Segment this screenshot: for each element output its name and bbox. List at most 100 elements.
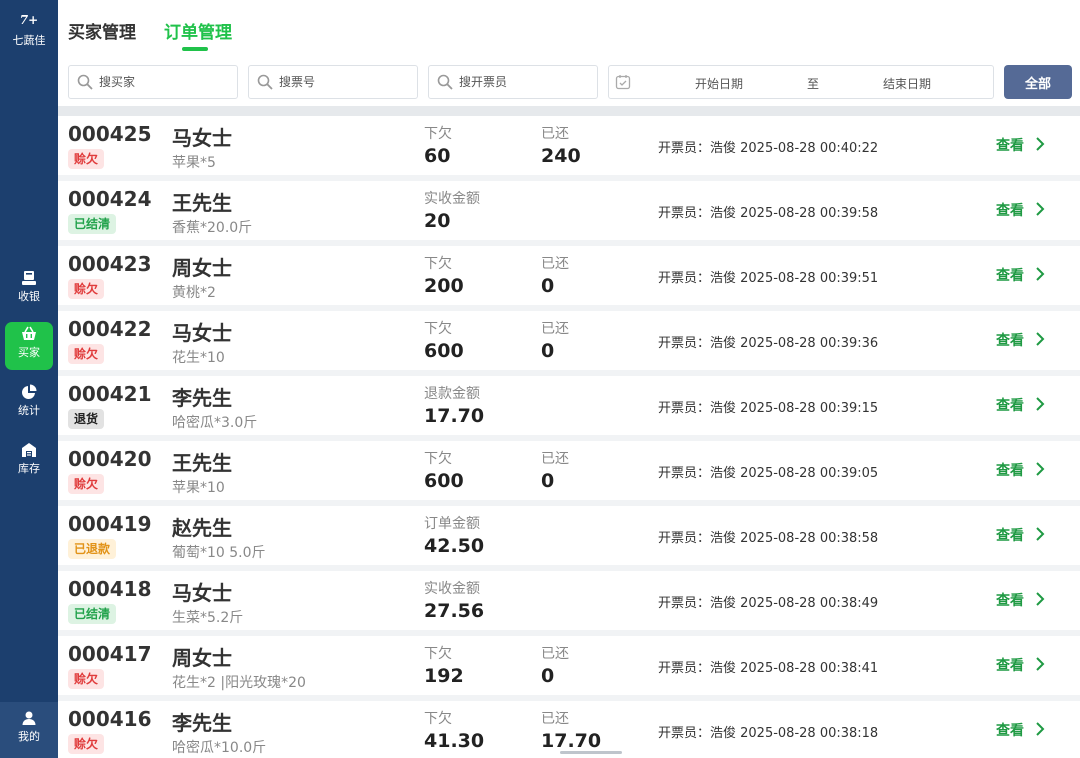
start-date[interactable]: 开始日期 bbox=[695, 75, 743, 92]
chevron-right-icon[interactable] bbox=[1034, 656, 1046, 672]
buyer-name: 赵先生 bbox=[172, 516, 232, 540]
end-date[interactable]: 结束日期 bbox=[883, 75, 931, 92]
order-id: 000425 bbox=[68, 122, 152, 146]
repaid-label: 已还 bbox=[541, 321, 569, 337]
sidebar-bottom: 我的 bbox=[0, 702, 58, 758]
chevron-right-icon[interactable] bbox=[1034, 721, 1046, 737]
user-icon bbox=[5, 706, 53, 728]
sidebar-item-mine[interactable]: 我的 bbox=[5, 706, 53, 754]
filter-bar: 开始日期 至 结束日期 全部 bbox=[58, 58, 1080, 106]
chevron-right-icon[interactable] bbox=[1034, 136, 1046, 152]
buyer-name: 王先生 bbox=[172, 451, 232, 475]
date-range-picker[interactable]: 开始日期 至 结束日期 bbox=[608, 65, 994, 99]
issuer-info: 开票员：浩俊 2025-08-28 00:38:49 bbox=[658, 596, 879, 611]
ticket-search-input[interactable] bbox=[279, 66, 411, 98]
view-link[interactable]: 查看 bbox=[996, 265, 1024, 285]
view-link[interactable]: 查看 bbox=[996, 720, 1024, 740]
chevron-right-icon[interactable] bbox=[1034, 201, 1046, 217]
view-link[interactable]: 查看 bbox=[996, 395, 1024, 415]
chevron-right-icon[interactable] bbox=[1034, 396, 1046, 412]
chevron-right-icon[interactable] bbox=[1034, 526, 1046, 542]
issuer-info: 开票员：浩俊 2025-08-28 00:38:58 bbox=[658, 531, 879, 546]
view-link[interactable]: 查看 bbox=[996, 525, 1024, 545]
order-id: 000424 bbox=[68, 187, 152, 211]
search-icon bbox=[257, 74, 273, 90]
repaid-value: 0 bbox=[541, 275, 555, 297]
tab-order-management[interactable]: 订单管理 bbox=[164, 18, 232, 43]
order-row[interactable]: 000421 退货 李先生 哈密瓜*3.0斤 退款金额 17.70 开票员：浩俊… bbox=[58, 376, 1080, 435]
order-row[interactable]: 000419 已退款 赵先生 葡萄*10 5.0斤 订单金额 42.50 开票员… bbox=[58, 506, 1080, 565]
amount-value: 600 bbox=[424, 470, 464, 492]
buyer-name: 李先生 bbox=[172, 711, 232, 735]
basket-icon bbox=[5, 322, 53, 344]
order-items: 生菜*5.2斤 bbox=[172, 610, 244, 626]
amount-value: 17.70 bbox=[424, 405, 485, 427]
repaid-value: 0 bbox=[541, 665, 555, 687]
tab-buyer-management[interactable]: 买家管理 bbox=[68, 18, 136, 43]
order-items: 花生*10 bbox=[172, 350, 225, 366]
header: 买家管理 订单管理 bbox=[58, 0, 1080, 58]
all-button[interactable]: 全部 bbox=[1004, 65, 1072, 99]
chevron-right-icon[interactable] bbox=[1034, 461, 1046, 477]
cashier-icon bbox=[5, 266, 53, 288]
order-id: 000417 bbox=[68, 642, 152, 666]
buyer-name: 马女士 bbox=[172, 126, 232, 150]
sidebar-item-stats[interactable]: 统计 bbox=[5, 380, 53, 428]
scrollbar[interactable] bbox=[560, 751, 622, 754]
repaid-label: 已还 bbox=[541, 256, 569, 272]
sidebar: 7+ 七蔬佳 收银 买家 统计 库存 我的 bbox=[0, 0, 58, 758]
buyer-name: 周女士 bbox=[172, 256, 232, 280]
status-badge: 已结清 bbox=[68, 604, 117, 624]
order-id: 000423 bbox=[68, 252, 152, 276]
view-link[interactable]: 查看 bbox=[996, 135, 1024, 155]
order-id: 000418 bbox=[68, 577, 152, 601]
chevron-right-icon[interactable] bbox=[1034, 331, 1046, 347]
chevron-right-icon[interactable] bbox=[1034, 266, 1046, 282]
chevron-right-icon[interactable] bbox=[1034, 591, 1046, 607]
amount-label: 退款金额 bbox=[424, 386, 480, 402]
amount-label: 订单金额 bbox=[424, 516, 480, 532]
amount-value: 42.50 bbox=[424, 535, 485, 557]
amount-value: 192 bbox=[424, 665, 464, 687]
order-row[interactable]: 000416 赊欠 李先生 哈密瓜*10.0斤 下欠 41.30 已还 17.7… bbox=[58, 701, 1080, 758]
amount-value: 60 bbox=[424, 145, 451, 167]
amount-label: 下欠 bbox=[424, 256, 452, 272]
status-badge: 赊欠 bbox=[68, 344, 105, 364]
buyer-search-input[interactable] bbox=[99, 66, 231, 98]
order-row[interactable]: 000425 赊欠 马女士 苹果*5 下欠 60 已还 240 开票员：浩俊 2… bbox=[58, 116, 1080, 175]
sidebar-item-cashier[interactable]: 收银 bbox=[5, 266, 53, 314]
divider bbox=[58, 106, 1080, 116]
amount-label: 实收金额 bbox=[424, 581, 480, 597]
amount-value: 20 bbox=[424, 210, 451, 232]
view-link[interactable]: 查看 bbox=[996, 200, 1024, 220]
issuer-info: 开票员：浩俊 2025-08-28 00:39:58 bbox=[658, 206, 879, 221]
order-row[interactable]: 000417 赊欠 周女士 花生*2 |阳光玫瑰*20 下欠 192 已还 0 … bbox=[58, 636, 1080, 695]
view-link[interactable]: 查看 bbox=[996, 655, 1024, 675]
status-badge: 赊欠 bbox=[68, 669, 105, 689]
order-row[interactable]: 000424 已结清 王先生 香蕉*20.0斤 实收金额 20 开票员：浩俊 2… bbox=[58, 181, 1080, 240]
order-items: 花生*2 |阳光玫瑰*20 bbox=[172, 675, 306, 691]
buyer-search bbox=[68, 65, 238, 99]
order-items: 哈密瓜*10.0斤 bbox=[172, 740, 267, 756]
order-row[interactable]: 000418 已结清 马女士 生菜*5.2斤 实收金额 27.56 开票员：浩俊… bbox=[58, 571, 1080, 630]
logo-sup: + bbox=[28, 13, 39, 27]
ticket-search bbox=[248, 65, 418, 99]
repaid-label: 已还 bbox=[541, 646, 569, 662]
amount-label: 下欠 bbox=[424, 126, 452, 142]
amount-label: 下欠 bbox=[424, 451, 452, 467]
view-link[interactable]: 查看 bbox=[996, 590, 1024, 610]
sidebar-item-buyers[interactable]: 买家 bbox=[5, 322, 53, 370]
repaid-label: 已还 bbox=[541, 126, 569, 142]
order-row[interactable]: 000422 赊欠 马女士 花生*10 下欠 600 已还 0 开票员：浩俊 2… bbox=[58, 311, 1080, 370]
view-link[interactable]: 查看 bbox=[996, 460, 1024, 480]
order-row[interactable]: 000420 赊欠 王先生 苹果*10 下欠 600 已还 0 开票员：浩俊 2… bbox=[58, 441, 1080, 500]
repaid-value: 240 bbox=[541, 145, 581, 167]
sidebar-item-inventory[interactable]: 库存 bbox=[5, 438, 53, 486]
issuer-search-input[interactable] bbox=[459, 66, 591, 98]
issuer-info: 开票员：浩俊 2025-08-28 00:40:22 bbox=[658, 141, 879, 156]
order-row[interactable]: 000423 赊欠 周女士 黄桃*2 下欠 200 已还 0 开票员：浩俊 20… bbox=[58, 246, 1080, 305]
issuer-info: 开票员：浩俊 2025-08-28 00:39:36 bbox=[658, 336, 879, 351]
view-link[interactable]: 查看 bbox=[996, 330, 1024, 350]
buyer-name: 李先生 bbox=[172, 386, 232, 410]
amount-label: 下欠 bbox=[424, 711, 452, 727]
